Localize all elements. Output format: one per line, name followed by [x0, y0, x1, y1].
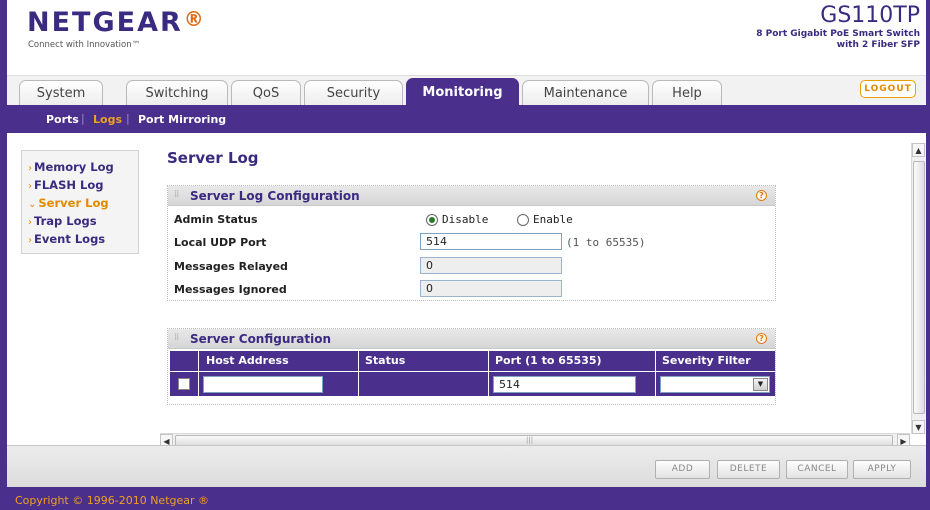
panel-header: ⁞⁞ Server Log Configuration ? [168, 186, 775, 206]
messages-relayed-value: 0 [420, 257, 562, 274]
left-menu-event-logs[interactable]: › Event Logs [28, 232, 105, 246]
server-table-header: Host Address Status Port (1 to 65535) Se… [170, 351, 775, 371]
header: NETGEAR® Connect with Innovation™ GS110T… [7, 0, 926, 75]
arrow-right-icon: › [28, 235, 32, 246]
left-menu: › Memory Log › FLASH Log ⌄ Server Log › Trap… [21, 150, 139, 254]
server-log-config-panel: ⁞⁞ Server Log Configuration ? Admin Stat… [167, 185, 776, 301]
column-host-address: Host Address [206, 354, 289, 367]
logo-mark: ® [183, 7, 206, 31]
subnav-separator: | [126, 112, 130, 125]
tab-qos[interactable]: QoS [231, 80, 301, 106]
left-menu-label: Trap Logs [34, 214, 97, 228]
subnav-ports[interactable]: Ports [46, 113, 79, 126]
column-severity-filter: Severity Filter [662, 354, 751, 367]
panel-header: ⁞⁞ Server Configuration ? [168, 329, 775, 349]
messages-ignored-label: Messages Ignored [174, 283, 287, 296]
left-menu-label: Memory Log [34, 160, 114, 174]
admin-status-enable-label: Enable [533, 213, 573, 226]
column-divider [488, 372, 489, 396]
column-divider [488, 351, 489, 371]
admin-status-label: Admin Status [174, 213, 258, 226]
port-input[interactable]: 514 [493, 376, 636, 393]
chevron-down-icon[interactable]: ▼ [753, 378, 768, 391]
delete-button[interactable]: DELETE [717, 460, 780, 479]
sub-nav: Ports | Logs | Port Mirroring [7, 105, 926, 133]
left-menu-server-log[interactable]: ⌄ Server Log [28, 196, 109, 210]
column-divider [655, 351, 656, 371]
subnav-port-mirroring[interactable]: Port Mirroring [138, 113, 226, 126]
severity-filter-select[interactable]: ▼ [660, 376, 770, 393]
local-udp-port-input[interactable]: 514 [420, 233, 562, 250]
panel-title: Server Log Configuration [190, 189, 360, 203]
messages-relayed-label: Messages Relayed [174, 260, 288, 273]
arrow-down-icon: ⌄ [28, 199, 37, 210]
right-border [926, 0, 930, 510]
apply-button[interactable]: APPLY [853, 460, 911, 479]
left-menu-flash-log[interactable]: › FLASH Log [28, 178, 103, 192]
messages-ignored-value: 0 [420, 280, 562, 297]
admin-status-disable-radio[interactable] [426, 214, 438, 226]
left-menu-label: FLASH Log [34, 178, 104, 192]
subnav-separator: | [81, 112, 85, 125]
column-divider [358, 351, 359, 371]
scroll-grip-icon: ||| [526, 436, 534, 444]
model-desc-line-2: with 2 Fiber SFP [836, 40, 920, 50]
tab-maintenance[interactable]: Maintenance [522, 80, 649, 106]
cancel-button[interactable]: CANCEL [786, 460, 848, 479]
admin-status-disable-label: Disable [442, 213, 489, 226]
column-divider [358, 372, 359, 396]
drag-grip-icon: ⁞⁞ [174, 189, 179, 200]
main-tab-bar: System Switching QoS Security Monitoring… [7, 75, 926, 106]
tab-security[interactable]: Security [304, 80, 403, 106]
row-select-checkbox[interactable] [178, 378, 190, 390]
subnav-logs[interactable]: Logs [93, 113, 122, 126]
left-menu-trap-logs[interactable]: › Trap Logs [28, 214, 97, 228]
footer: Copyright © 1996-2010 Netgear ® [7, 487, 926, 510]
arrow-right-icon: › [28, 163, 32, 174]
add-button[interactable]: ADD [655, 460, 710, 479]
local-udp-port-label: Local UDP Port [174, 236, 267, 249]
column-port: Port (1 to 65535) [495, 354, 602, 367]
vertical-scrollbar[interactable]: ▲ ▼ [911, 143, 926, 434]
column-divider [655, 372, 656, 396]
page-title: Server Log [167, 149, 259, 167]
column-status: Status [365, 354, 406, 367]
scroll-up-icon[interactable]: ▲ [912, 143, 925, 157]
content-area: › Memory Log › FLASH Log ⌄ Server Log › Trap… [7, 133, 926, 448]
udp-port-range-hint: (1 to 65535) [566, 236, 646, 249]
left-menu-memory-log[interactable]: › Memory Log [28, 160, 114, 174]
action-button-bar: ADD DELETE CANCEL APPLY [7, 445, 926, 487]
arrow-right-icon: › [28, 181, 32, 192]
copyright-text: Copyright © 1996-2010 Netgear ® [15, 494, 210, 507]
tab-monitoring[interactable]: Monitoring [406, 78, 519, 106]
netgear-logo: NETGEAR® [27, 7, 206, 38]
panel-title: Server Configuration [190, 332, 332, 346]
tab-help[interactable]: Help [652, 80, 722, 106]
left-border [0, 0, 7, 510]
logout-button[interactable]: LOGOUT [860, 80, 916, 98]
left-menu-label: Server Log [38, 196, 109, 210]
tab-system[interactable]: System [19, 80, 103, 106]
tab-switching[interactable]: Switching [126, 80, 228, 106]
server-table-row: 514 ▼ [170, 372, 775, 396]
logo-text: NETGEAR [27, 7, 183, 38]
column-divider [198, 372, 199, 396]
column-divider [198, 351, 199, 371]
host-address-input[interactable] [203, 376, 323, 393]
model-desc-line-1: 8 Port Gigabit PoE Smart Switch [756, 29, 920, 39]
help-icon[interactable]: ? [756, 190, 767, 201]
model-name: GS110TP [820, 3, 920, 28]
left-menu-label: Event Logs [34, 232, 106, 246]
scroll-down-icon[interactable]: ▼ [912, 420, 925, 434]
help-icon[interactable]: ? [756, 333, 767, 344]
server-config-panel: ⁞⁞ Server Configuration ? Host Address S… [167, 328, 776, 405]
tagline: Connect with Innovation™ [28, 40, 141, 50]
model-description: 8 Port Gigabit PoE Smart Switch with 2 F… [756, 29, 920, 51]
admin-status-enable-radio[interactable] [517, 214, 529, 226]
drag-grip-icon: ⁞⁞ [174, 332, 179, 343]
arrow-right-icon: › [28, 217, 32, 228]
app-window: NETGEAR® Connect with Innovation™ GS110T… [0, 0, 930, 510]
vertical-scroll-thumb[interactable] [913, 161, 925, 414]
